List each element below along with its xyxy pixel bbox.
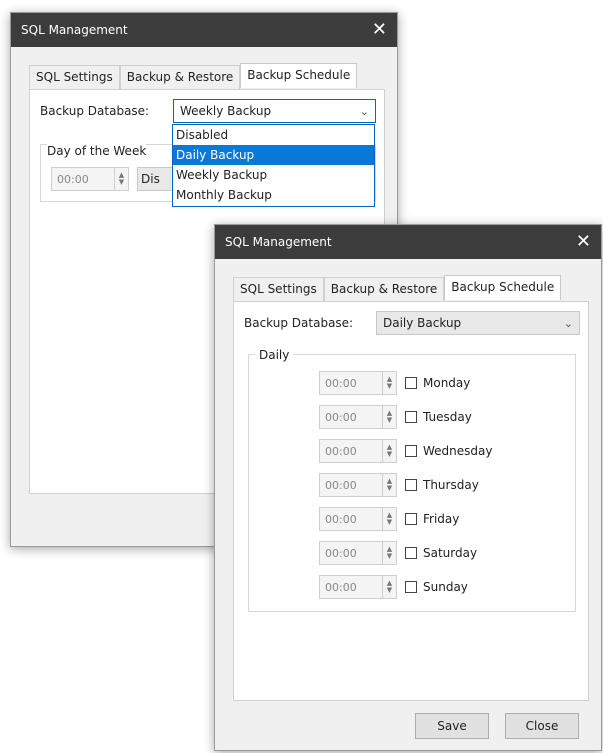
friday-checkbox[interactable]	[405, 513, 417, 525]
front-backup-database-value: Daily Backup	[383, 316, 462, 330]
saturday-label: Saturday	[423, 546, 478, 560]
day-row-friday: 00:00 ▲ ▼ Friday	[319, 507, 459, 531]
option-daily-backup[interactable]: Daily Backup	[173, 145, 374, 165]
saturday-time-input[interactable]: 00:00	[319, 541, 383, 565]
option-weekly-backup[interactable]: Weekly Backup	[173, 165, 374, 185]
front-tab-panel: Backup Database: Daily Backup ⌄ Daily 00…	[233, 301, 589, 701]
sunday-time-input[interactable]: 00:00	[319, 575, 383, 599]
thursday-time-spinner[interactable]: ▲ ▼	[383, 473, 397, 497]
spin-down-icon: ▼	[386, 416, 393, 424]
back-backup-database-value: Weekly Backup	[180, 104, 272, 118]
friday-time-spinner[interactable]: ▲ ▼	[383, 507, 397, 531]
front-daily-group: Daily 00:00 ▲ ▼ Monday 00:00 ▲ ▼ Tuesday	[248, 348, 576, 612]
back-group-title: Day of the Week	[47, 144, 147, 158]
day-row-thursday: 00:00 ▲ ▼ Thursday	[319, 473, 479, 497]
day-row-sunday: 00:00 ▲ ▼ Sunday	[319, 575, 468, 599]
monday-time-input[interactable]: 00:00	[319, 371, 383, 395]
friday-label: Friday	[423, 512, 460, 526]
front-window-title: SQL Management	[225, 235, 332, 249]
wednesday-time-input[interactable]: 00:00	[319, 439, 383, 463]
back-window-title: SQL Management	[21, 23, 128, 37]
thursday-label: Thursday	[423, 478, 479, 492]
spin-down-icon: ▼	[118, 178, 125, 186]
front-backup-database-select[interactable]: Daily Backup ⌄	[376, 311, 580, 335]
front-group-title: Daily	[255, 348, 294, 362]
back-time-row: 00:00 ▲ ▼ Dis	[51, 167, 177, 191]
friday-time-input[interactable]: 00:00	[319, 507, 383, 531]
back-backup-database-label: Backup Database:	[40, 104, 150, 118]
sunday-time-spinner[interactable]: ▲ ▼	[383, 575, 397, 599]
monday-label: Monday	[423, 376, 471, 390]
front-close-icon[interactable]: ✕	[576, 233, 591, 251]
front-tab-backup-restore[interactable]: Backup & Restore	[323, 277, 445, 302]
spin-down-icon: ▼	[386, 586, 393, 594]
back-tab-backup-restore[interactable]: Backup & Restore	[119, 65, 241, 90]
saturday-checkbox[interactable]	[405, 547, 417, 559]
back-backup-options-list[interactable]: Disabled Daily Backup Weekly Backup Mont…	[172, 124, 375, 207]
front-tab-sql-settings[interactable]: SQL Settings	[233, 277, 324, 302]
back-tab-sql-settings[interactable]: SQL Settings	[29, 65, 120, 90]
thursday-time-input[interactable]: 00:00	[319, 473, 383, 497]
front-tab-strip: SQL Settings Backup & Restore Backup Sch…	[233, 275, 562, 302]
spin-down-icon: ▼	[386, 450, 393, 458]
spin-down-icon: ▼	[386, 382, 393, 390]
back-close-icon[interactable]: ✕	[372, 21, 387, 39]
spin-down-icon: ▼	[386, 518, 393, 526]
monday-checkbox[interactable]	[405, 377, 417, 389]
day-row-monday: 00:00 ▲ ▼ Monday	[319, 371, 470, 395]
tuesday-checkbox[interactable]	[405, 411, 417, 423]
day-row-tuesday: 00:00 ▲ ▼ Tuesday	[319, 405, 472, 429]
back-time-spinner[interactable]: ▲ ▼	[115, 167, 129, 191]
option-monthly-backup[interactable]: Monthly Backup	[173, 185, 374, 205]
front-backup-database-label: Backup Database:	[244, 316, 354, 330]
back-time-input[interactable]: 00:00	[51, 167, 115, 191]
sunday-label: Sunday	[423, 580, 468, 594]
back-backup-database-select[interactable]: Weekly Backup ⌄	[173, 99, 376, 123]
wednesday-checkbox[interactable]	[405, 445, 417, 457]
front-title-bar: SQL Management ✕	[215, 225, 601, 259]
back-title-bar: SQL Management ✕	[11, 13, 397, 47]
wednesday-label: Wednesday	[423, 444, 493, 458]
back-day-select[interactable]: Dis	[137, 167, 177, 191]
close-button[interactable]: Close	[505, 713, 579, 739]
tuesday-label: Tuesday	[423, 410, 472, 424]
front-dialog-window: SQL Management ✕ SQL Settings Backup & R…	[214, 224, 602, 751]
saturday-time-spinner[interactable]: ▲ ▼	[383, 541, 397, 565]
chevron-down-icon: ⌄	[359, 104, 369, 118]
option-disabled[interactable]: Disabled	[173, 125, 374, 145]
back-tab-backup-schedule[interactable]: Backup Schedule	[240, 63, 358, 88]
chevron-down-icon: ⌄	[563, 316, 573, 330]
tuesday-time-input[interactable]: 00:00	[319, 405, 383, 429]
thursday-checkbox[interactable]	[405, 479, 417, 491]
spin-down-icon: ▼	[386, 484, 393, 492]
wednesday-time-spinner[interactable]: ▲ ▼	[383, 439, 397, 463]
back-tab-strip: SQL Settings Backup & Restore Backup Sch…	[29, 63, 358, 90]
day-row-wednesday: 00:00 ▲ ▼ Wednesday	[319, 439, 492, 463]
front-tab-backup-schedule[interactable]: Backup Schedule	[444, 275, 562, 300]
sunday-checkbox[interactable]	[405, 581, 417, 593]
monday-time-spinner[interactable]: ▲ ▼	[383, 371, 397, 395]
save-button[interactable]: Save	[415, 713, 489, 739]
tuesday-time-spinner[interactable]: ▲ ▼	[383, 405, 397, 429]
day-row-saturday: 00:00 ▲ ▼ Saturday	[319, 541, 477, 565]
back-day-select-value: Dis	[141, 172, 160, 186]
spin-down-icon: ▼	[386, 552, 393, 560]
